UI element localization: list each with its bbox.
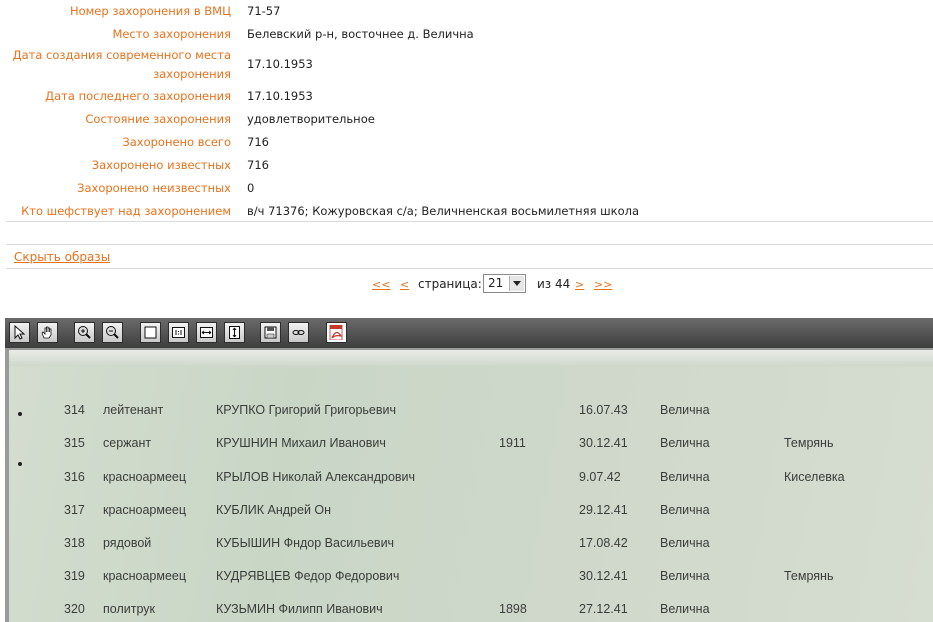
actual-size-icon[interactable] [168, 322, 189, 343]
row-date: 16.07.43 [579, 403, 628, 417]
fit-width-icon[interactable] [196, 322, 217, 343]
row-date: 29.12.41 [579, 503, 628, 517]
hand-icon[interactable] [37, 322, 58, 343]
scan-speck [18, 462, 22, 466]
document-row: 320 политрук КУЗЬМИН Филипп Иванович 189… [9, 602, 933, 622]
row-number: 320 [64, 602, 85, 616]
field-value: удовлетворительное [247, 112, 375, 126]
field-label: Дата последнего захоронения [45, 89, 231, 103]
document-row: 315 сержант КРУШНИН Михаил Иванович 1911… [9, 436, 933, 456]
row-rank: сержант [103, 436, 152, 450]
next-page-link[interactable]: > [575, 278, 584, 291]
row-name: КРУШНИН Михаил Иванович [216, 436, 386, 450]
row-place: Велична [660, 569, 710, 583]
page-select-value: 21 [488, 276, 504, 290]
zoom-in-icon[interactable] [74, 322, 95, 343]
field-value: 716 [247, 158, 269, 172]
row-number: 319 [64, 569, 85, 583]
row-number: 316 [64, 470, 85, 484]
row-place: Велична [660, 403, 710, 417]
page-select[interactable]: 21 [483, 274, 526, 293]
row-rank: рядовой [103, 536, 152, 550]
row-place: Велична [660, 602, 710, 616]
row-year: 1898 [499, 602, 527, 616]
divider [6, 268, 933, 269]
row-rank: лейтенант [103, 403, 164, 417]
row-name: КУБЛИК Андрей Он [216, 503, 332, 517]
divider [6, 244, 933, 245]
last-page-link[interactable]: >> [594, 278, 612, 291]
field-label: Захоронено неизвестных [77, 181, 231, 195]
fit-page-icon[interactable] [140, 322, 161, 343]
row-place: Велична [660, 503, 710, 517]
hide-images-link[interactable]: Скрыть образы [14, 250, 110, 264]
row-name: КУЗЬМИН Филипп Иванович [216, 602, 383, 616]
row-date: 27.12.41 [579, 602, 628, 616]
row-rank: красноармеец [103, 470, 187, 484]
row-rank: красноармеец [103, 503, 187, 517]
page-label: страница: [418, 277, 482, 291]
field-value: 0 [247, 181, 255, 195]
row-number: 318 [64, 536, 85, 550]
field-label-line1: Дата создания современного места [12, 48, 231, 62]
first-page-link[interactable]: << [372, 278, 390, 291]
row-number: 317 [64, 503, 85, 517]
row-place: Велична [660, 436, 710, 450]
field-value: 17.10.1953 [247, 57, 313, 71]
zoom-out-icon[interactable] [102, 322, 123, 343]
pdf-icon[interactable] [326, 322, 347, 343]
save-icon[interactable] [260, 322, 281, 343]
viewer-toolbar [5, 318, 933, 348]
field-label-line2: захоронения [153, 67, 231, 81]
document-row: 314 лейтенант КРУПКО Григорий Григорьеви… [9, 403, 933, 423]
row-name: КРЫЛОВ Николай Александрович [216, 470, 416, 484]
row-origin: Киселевка [784, 470, 845, 484]
row-origin: Темрянь [784, 436, 834, 450]
row-name: КУДРЯВЦЕВ Федор Федорович [216, 569, 400, 583]
pagination: << < страница: 21 из 44 > >> [0, 274, 933, 296]
row-year: 1911 [499, 436, 526, 450]
total-pages: из 44 [537, 277, 571, 291]
row-number: 315 [64, 436, 85, 450]
document-row: 316 красноармеец КРЫЛОВ Николай Александ… [9, 470, 933, 490]
image-viewer: 314 лейтенант КРУПКО Григорий Григорьеви… [5, 318, 933, 622]
field-value: в/ч 71376; Кожуровская с/а; Величненская… [247, 204, 640, 218]
row-number: 314 [64, 403, 85, 417]
document-row: 318 рядовой КУБЫШИН Фндор Васильевич 17.… [9, 536, 933, 556]
document-row: 317 красноармеец КУБЛИК Андрей Он 29.12.… [9, 503, 933, 523]
fit-height-icon[interactable] [224, 322, 245, 343]
field-label: Место захоронения [112, 27, 231, 41]
divider [6, 221, 933, 222]
row-origin: Темрянь [784, 569, 834, 583]
row-date: 9.07.42 [579, 470, 621, 484]
field-label: Состояние захоронения [85, 112, 231, 126]
row-place: Велична [660, 536, 710, 550]
field-value: 71-57 [247, 4, 281, 18]
row-date: 17.08.42 [579, 536, 628, 550]
row-rank: красноармеец [103, 569, 187, 583]
document-row: 319 красноармеец КУДРЯВЦЕВ Федор Федоров… [9, 569, 933, 589]
field-label: Захоронено всего [122, 135, 231, 149]
field-value: 716 [247, 135, 269, 149]
document-edge [9, 350, 933, 366]
field-label: Кто шефствует над захоронением [21, 204, 231, 218]
field-value: Белевский р-н, восточнее д. Велична [247, 27, 474, 41]
row-date: 30.12.41 [579, 436, 628, 450]
row-name: КРУПКО Григорий Григорьевич [216, 403, 397, 417]
pointer-icon[interactable] [9, 322, 30, 343]
field-value: 17.10.1953 [247, 89, 313, 103]
link-icon[interactable] [288, 322, 309, 343]
chevron-down-icon[interactable] [509, 276, 524, 291]
row-rank: политрук [103, 602, 155, 616]
field-label: Захоронено известных [91, 158, 231, 172]
row-place: Велична [660, 470, 710, 484]
row-date: 30.12.41 [579, 569, 628, 583]
field-label: Номер захоронения в ВМЦ [69, 4, 231, 18]
scanned-document: 314 лейтенант КРУПКО Григорий Григорьеви… [9, 350, 933, 622]
prev-page-link[interactable]: < [400, 278, 409, 291]
row-name: КУБЫШИН Фндор Васильевич [216, 536, 395, 550]
